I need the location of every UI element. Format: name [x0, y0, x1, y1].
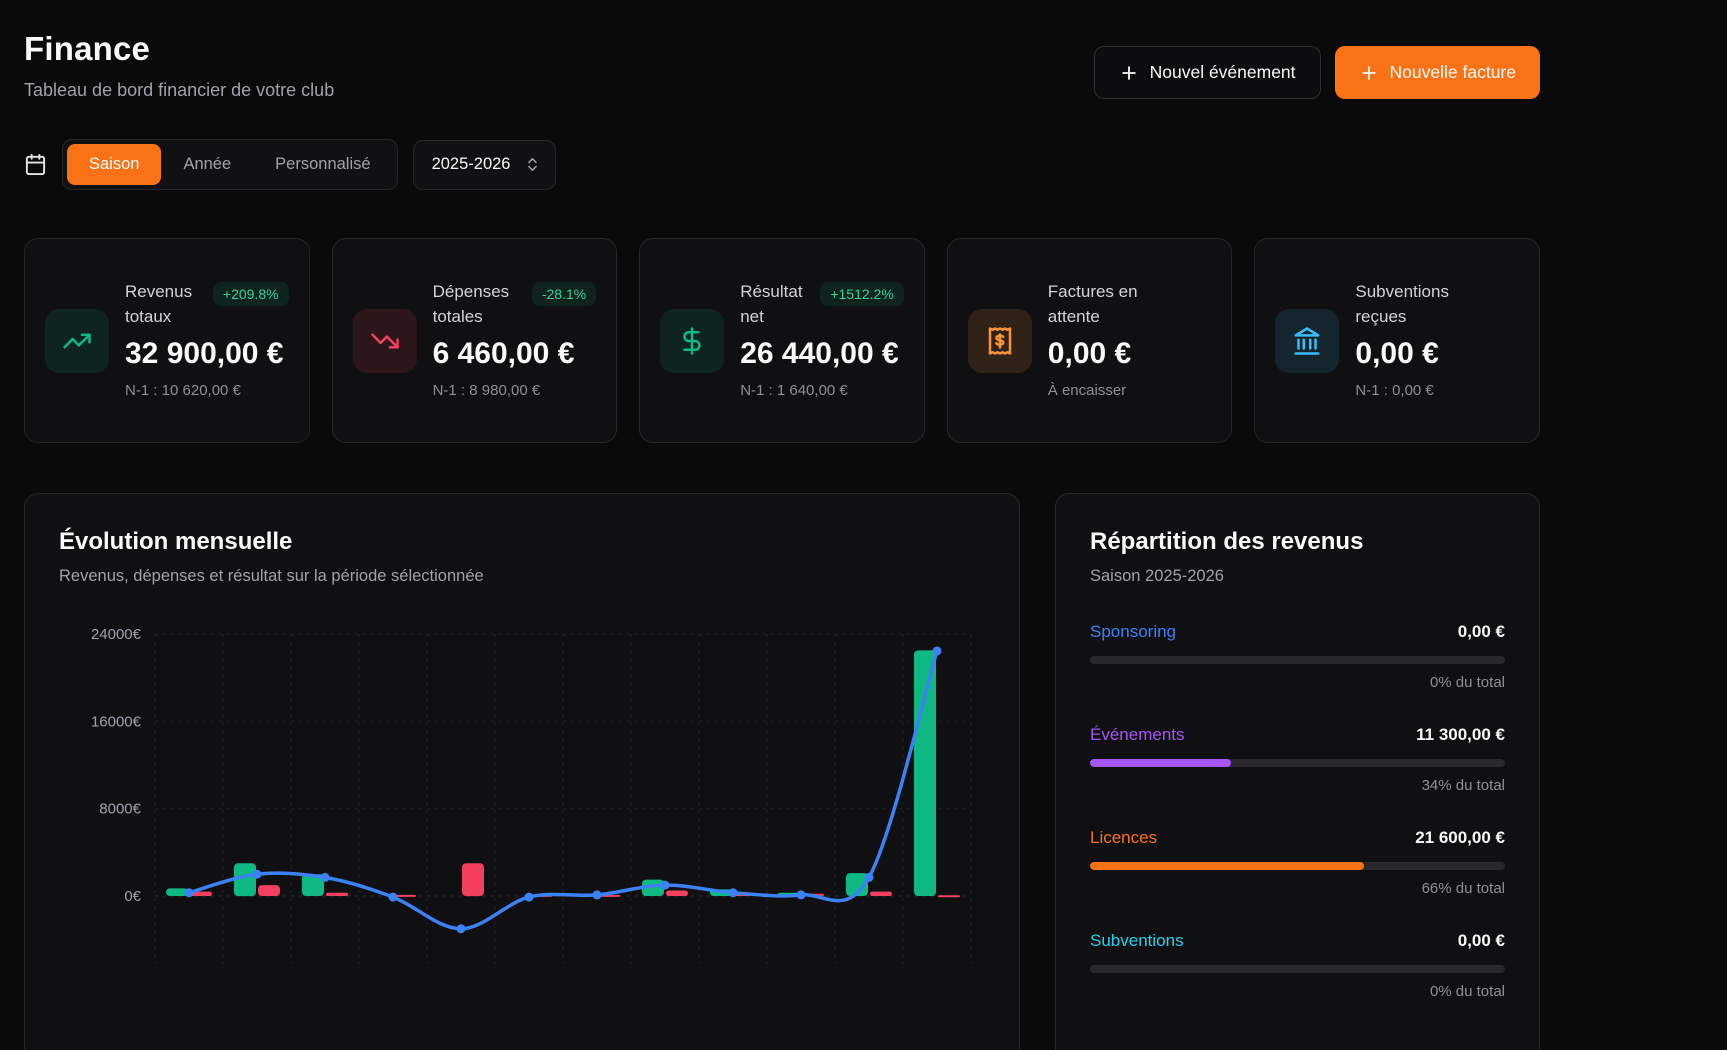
stat-sub: N-1 : 8 980,00 €: [433, 380, 553, 401]
stat-card-0: Revenus totaux +209.8% 32 900,00 € N-1 :…: [24, 238, 310, 443]
stat-sub: N-1 : 1 640,00 €: [740, 380, 860, 401]
plus-icon: [1119, 63, 1139, 83]
progress-track: [1090, 862, 1505, 870]
repartition-title: Répartition des revenus: [1090, 528, 1505, 556]
trending-down-icon: [353, 309, 417, 373]
progress-track: [1090, 656, 1505, 664]
stat-label: Factures en attente: [1048, 280, 1154, 329]
repartition-rows: Sponsoring 0,00 € 0% du total Événements…: [1090, 622, 1505, 1000]
repartition-panel: Répartition des revenus Saison 2025-2026…: [1055, 493, 1540, 1050]
stat-value: 6 460,00 €: [433, 337, 597, 371]
bank-icon: [1275, 309, 1339, 373]
stat-card-2: Résultat net +1512.2% 26 440,00 € N-1 : …: [639, 238, 925, 443]
stat-content: Résultat net +1512.2% 26 440,00 € N-1 : …: [740, 280, 904, 400]
new-event-label: Nouvel événement: [1150, 62, 1296, 83]
repartition-amount: 0,00 €: [1458, 931, 1505, 951]
evolution-chart: 0€ 8000€ 16000€ 24000€: [59, 620, 985, 1050]
plus-icon: [1359, 63, 1379, 83]
season-select[interactable]: 2025-2026: [413, 140, 557, 190]
repartition-row-2: Licences 21 600,00 € 66% du total: [1090, 828, 1505, 897]
repartition-label: Subventions: [1090, 931, 1184, 951]
repartition-percent: 66% du total: [1090, 880, 1505, 897]
stat-value: 0,00 €: [1355, 337, 1519, 371]
progress-track: [1090, 759, 1505, 767]
calendar-icon: [24, 153, 47, 176]
evolution-chart-svg: 0€ 8000€ 16000€ 24000€: [59, 620, 987, 1050]
stat-card-1: Dépenses totales -28.1% 6 460,00 € N-1 :…: [332, 238, 618, 443]
finance-page: Finance Tableau de bord financier de vot…: [24, 0, 1540, 1050]
evolution-panel: Évolution mensuelle Revenus, dépenses et…: [24, 493, 1020, 1050]
chevrons-up-down-icon: [524, 156, 541, 173]
charts-row: Évolution mensuelle Revenus, dépenses et…: [24, 493, 1540, 1050]
tab-personnalise[interactable]: Personnalisé: [253, 144, 392, 185]
top-actions: Nouvel événement Nouvelle facture: [1094, 46, 1540, 99]
receipt-icon: [968, 309, 1032, 373]
new-invoice-label: Nouvelle facture: [1390, 62, 1516, 83]
page-subtitle: Tableau de bord financier de votre club: [24, 80, 334, 101]
stat-label: Dépenses totales: [433, 280, 526, 329]
stat-content: Dépenses totales -28.1% 6 460,00 € N-1 :…: [433, 280, 597, 400]
topbar: Finance Tableau de bord financier de vot…: [24, 30, 1540, 101]
repartition-amount: 0,00 €: [1458, 622, 1505, 642]
season-select-value: 2025-2026: [432, 155, 511, 174]
svg-text:0€: 0€: [124, 888, 141, 905]
stats-row: Revenus totaux +209.8% 32 900,00 € N-1 :…: [24, 238, 1540, 443]
stat-sub: À encaisser: [1048, 380, 1168, 401]
progress-track: [1090, 965, 1505, 973]
repartition-label: Sponsoring: [1090, 622, 1176, 642]
stat-card-4: Subventions reçues 0,00 € N-1 : 0,00 €: [1254, 238, 1540, 443]
evolution-subtitle: Revenus, dépenses et résultat sur la pér…: [59, 567, 985, 586]
period-mode-tabs: Saison Année Personnalisé: [62, 139, 398, 190]
trending-up-icon: [45, 309, 109, 373]
page-heading: Finance Tableau de bord financier de vot…: [24, 30, 334, 101]
repartition-percent: 0% du total: [1090, 674, 1505, 691]
stat-content: Factures en attente 0,00 € À encaisser: [1048, 280, 1212, 400]
page-title: Finance: [24, 30, 334, 68]
stat-value: 0,00 €: [1048, 337, 1212, 371]
stat-label: Subventions reçues: [1355, 280, 1461, 329]
repartition-subtitle: Saison 2025-2026: [1090, 567, 1505, 586]
tab-annee[interactable]: Année: [161, 144, 253, 185]
repartition-amount: 21 600,00 €: [1415, 828, 1505, 848]
repartition-label: Licences: [1090, 828, 1157, 848]
repartition-row-1: Événements 11 300,00 € 34% du total: [1090, 725, 1505, 794]
repartition-percent: 0% du total: [1090, 983, 1505, 1000]
svg-text:24000€: 24000€: [91, 626, 142, 643]
stat-card-3: Factures en attente 0,00 € À encaisser: [947, 238, 1233, 443]
filter-row: Saison Année Personnalisé 2025-2026: [24, 139, 1540, 190]
stat-badge: +1512.2%: [820, 282, 903, 306]
stat-label: Revenus totaux: [125, 280, 207, 329]
stat-value: 32 900,00 €: [125, 337, 289, 371]
stat-value: 26 440,00 €: [740, 337, 904, 371]
dollar-icon: [660, 309, 724, 373]
new-invoice-button[interactable]: Nouvelle facture: [1335, 46, 1540, 99]
repartition-amount: 11 300,00 €: [1416, 725, 1505, 745]
repartition-row-3: Subventions 0,00 € 0% du total: [1090, 931, 1505, 1000]
stat-label: Résultat net: [740, 280, 814, 329]
new-event-button[interactable]: Nouvel événement: [1094, 46, 1321, 99]
progress-fill: [1090, 759, 1231, 767]
stat-content: Revenus totaux +209.8% 32 900,00 € N-1 :…: [125, 280, 289, 400]
repartition-label: Événements: [1090, 725, 1185, 745]
progress-fill: [1090, 862, 1364, 870]
stat-sub: N-1 : 0,00 €: [1355, 380, 1475, 401]
stat-badge: +209.8%: [213, 282, 289, 306]
stat-badge: -28.1%: [532, 282, 596, 306]
evolution-title: Évolution mensuelle: [59, 528, 985, 556]
tab-saison[interactable]: Saison: [67, 144, 161, 185]
stat-sub: N-1 : 10 620,00 €: [125, 380, 245, 401]
repartition-row-0: Sponsoring 0,00 € 0% du total: [1090, 622, 1505, 691]
stat-content: Subventions reçues 0,00 € N-1 : 0,00 €: [1355, 280, 1519, 400]
repartition-percent: 34% du total: [1090, 777, 1505, 794]
svg-text:8000€: 8000€: [99, 801, 141, 818]
svg-text:16000€: 16000€: [91, 713, 142, 730]
